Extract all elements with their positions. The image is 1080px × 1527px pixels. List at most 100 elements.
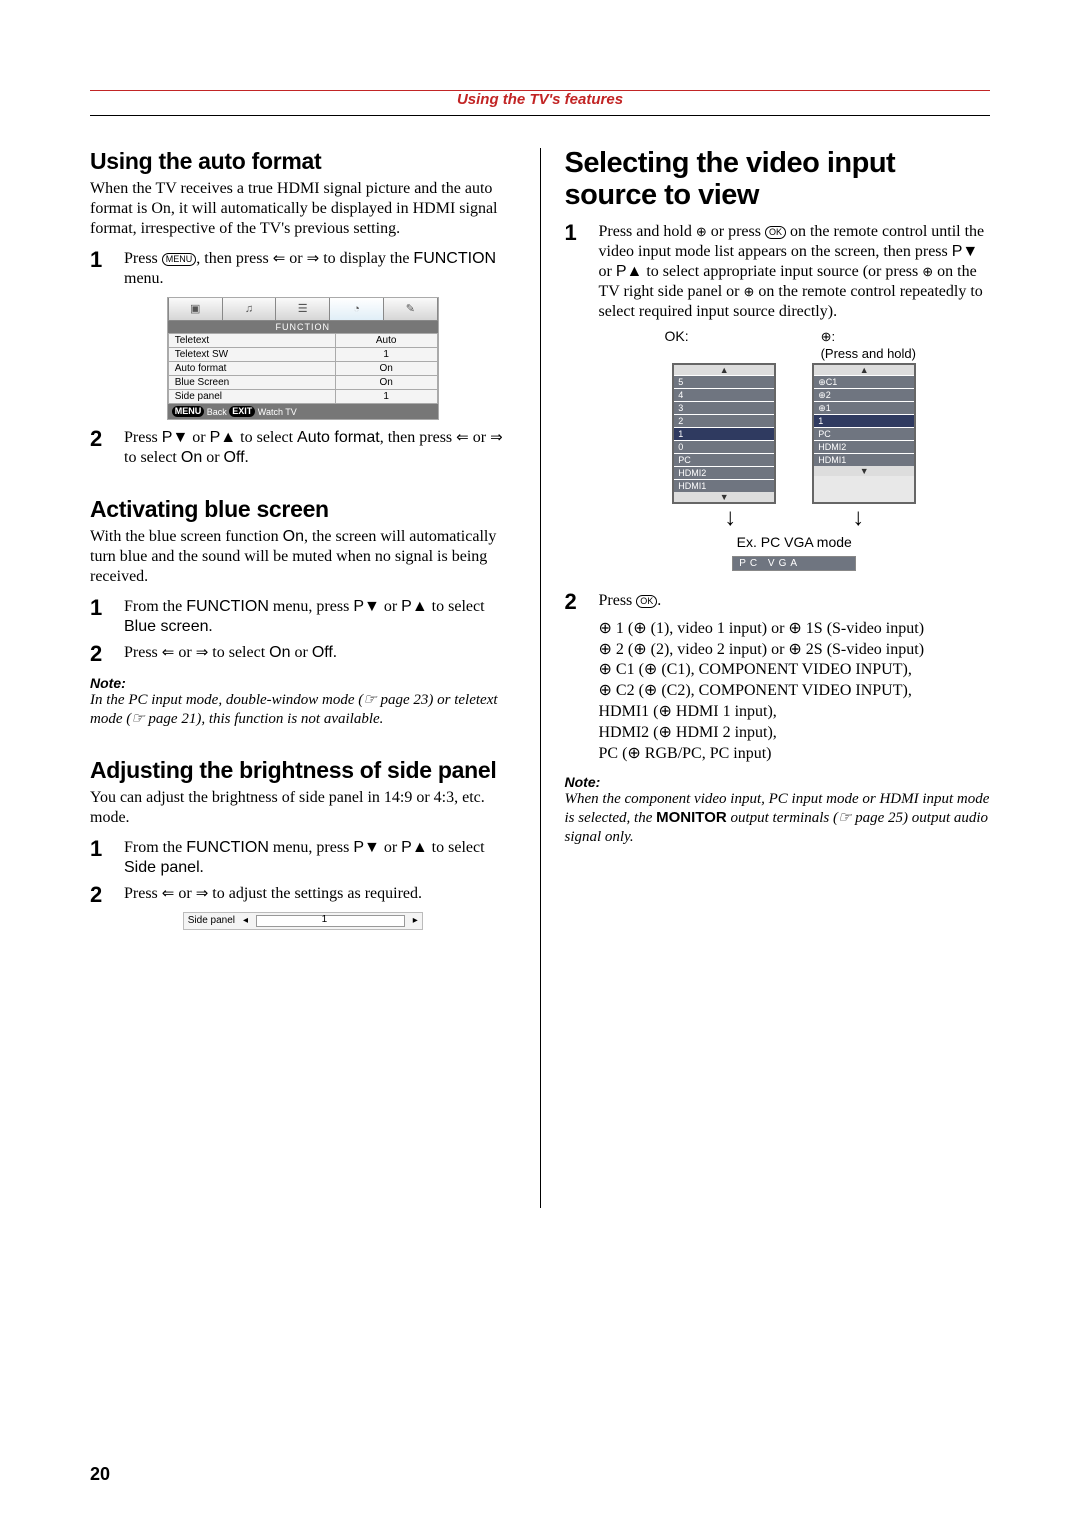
list-item: HDMI2 <box>674 466 774 479</box>
fun-row-label: Teletext SW <box>168 348 335 362</box>
ok-label: OK: <box>664 328 688 361</box>
list-item: PC <box>674 453 774 466</box>
list-item: 1 <box>814 414 914 427</box>
vol-minus-icon: ⇐ <box>162 644 175 661</box>
step-number: 1 <box>90 597 124 637</box>
list-item: PC <box>814 427 914 440</box>
header-title: Using the TV's features <box>90 91 990 108</box>
function-menu-figure: ▣ ♫ ☰ ◔ ✎ FUNCTION TeletextAuto Teletext… <box>167 297 439 420</box>
setup-tab-icon: ✎ <box>384 298 438 320</box>
menu-button-icon: MENU <box>162 253 197 266</box>
vol-minus-icon: ⇐ <box>273 250 286 267</box>
step-number: 2 <box>565 591 599 613</box>
step-number: 2 <box>90 428 124 468</box>
down-arrow-icon: ▼ <box>814 466 914 476</box>
column-divider <box>540 148 541 1208</box>
step-number: 1 <box>90 249 124 289</box>
auto-format-step2: Press P▼ or P▲ to select Auto format, th… <box>124 428 516 468</box>
picture-tab-icon: ▣ <box>168 298 223 320</box>
fun-row-value: On <box>335 376 437 390</box>
fun-row-value: 1 <box>335 348 437 362</box>
side-panel-slider-label: Side panel <box>188 915 235 926</box>
up-arrow-icon: ▲ <box>674 365 774 375</box>
slider-right-arrow-icon: ▸ <box>413 915 418 926</box>
ok-button-icon: OK <box>765 226 786 239</box>
fun-row-value: On <box>335 362 437 376</box>
side-panel-slider-value: 1 <box>322 914 328 925</box>
feature-tab-icon: ☰ <box>276 298 330 320</box>
list-item: HDMI1 <box>814 453 914 466</box>
note-label: Note: <box>90 675 516 691</box>
step-number: 1 <box>90 838 124 878</box>
left-column: Using the auto format When the TV receiv… <box>90 120 516 1208</box>
input-source-heading: Selecting the video input source to view <box>565 148 991 212</box>
step-number: 1 <box>565 222 599 322</box>
auto-format-step1: Press MENU, then press ⇐ or ⇒ to display… <box>124 249 516 289</box>
vol-minus-icon: ⇐ <box>456 429 469 446</box>
function-menu-header: FUNCTION <box>168 321 438 333</box>
down-arrow-icon: ↓ <box>852 508 864 528</box>
input-desc-line: PC (⊕ RGB/PC, PC input) <box>599 744 991 765</box>
down-arrow-icon: ↓ <box>724 508 736 528</box>
function-menu-table: TeletextAuto Teletext SW1 Auto formatOn … <box>168 333 438 404</box>
page-number: 20 <box>90 1464 110 1485</box>
list-item: ⊕1 <box>814 401 914 414</box>
function-tabstrip: ▣ ♫ ☰ ◔ ✎ <box>168 298 438 321</box>
diagram-label-row: OK: ⊕: (Press and hold) <box>599 328 991 361</box>
input-desc-line: HDMI2 (⊕ HDMI 2 input), <box>599 723 991 744</box>
pc-vga-box: PC VGA <box>732 556 856 571</box>
side-panel-intro: You can adjust the brightness of side pa… <box>90 788 516 828</box>
blue-screen-step1: From the FUNCTION menu, press P▼ or P▲ t… <box>124 597 516 637</box>
input-icon: ⊕ <box>744 284 755 299</box>
side-panel-step2: Press ⇐ or ⇒ to adjust the settings as r… <box>124 884 422 906</box>
menu-pill-icon: MENU <box>172 406 205 417</box>
input-list-right: ▲ ⊕C1⊕2⊕11PCHDMI2HDMI1 ▼ <box>812 363 916 504</box>
up-arrow-icon: ▲ <box>814 365 914 375</box>
slider-left-arrow-icon: ◂ <box>243 915 248 926</box>
fun-row-value: Auto <box>335 334 437 348</box>
down-arrow-icon: ▼ <box>674 492 774 502</box>
vol-plus-icon: ⇒ <box>196 885 209 902</box>
input-desc-line: ⊕ C1 (⊕ (C1), COMPONENT VIDEO INPUT), <box>599 660 991 681</box>
list-item: 4 <box>674 388 774 401</box>
header-underline <box>90 115 990 116</box>
function-tab-icon: ◔ <box>330 298 384 320</box>
vol-minus-icon: ⇐ <box>162 885 175 902</box>
header-bar: Using the TV's features <box>90 90 990 116</box>
fun-row-label: Teletext <box>168 334 335 348</box>
fun-row-label: Blue Screen <box>168 376 335 390</box>
input-source-step2: Press OK. <box>599 591 662 613</box>
list-item: 3 <box>674 401 774 414</box>
press-and-hold-label: (Press and hold) <box>821 346 924 361</box>
fun-row-value: 1 <box>335 390 437 404</box>
fun-row-label: Auto format <box>168 362 335 376</box>
list-item: HDMI1 <box>674 479 774 492</box>
input-desc-line: ⊕ 1 (⊕ (1), video 1 input) or ⊕ 1S (S-vi… <box>599 619 991 640</box>
function-menu-footer: MENU Back EXIT Watch TV <box>168 404 438 419</box>
list-item: 5 <box>674 375 774 388</box>
right-column: Selecting the video input source to view… <box>565 120 991 1208</box>
sound-tab-icon: ♫ <box>223 298 277 320</box>
exit-pill-icon: EXIT <box>229 406 255 417</box>
list-item: 1 <box>674 427 774 440</box>
input-source-note: When the component video input, PC input… <box>565 790 991 846</box>
input-icon: ⊕ <box>696 224 707 239</box>
input-desc-line: ⊕ C2 (⊕ (C2), COMPONENT VIDEO INPUT), <box>599 681 991 702</box>
note-label: Note: <box>565 774 991 790</box>
channel-list-left: ▲ 543210PCHDMI2HDMI1 ▼ <box>672 363 776 504</box>
vol-plus-icon: ⇒ <box>196 644 209 661</box>
side-panel-heading: Adjusting the brightness of side panel <box>90 757 516 784</box>
blue-screen-intro: With the blue screen function On, the sc… <box>90 527 516 587</box>
input-icon: ⊕: <box>821 329 836 344</box>
step-number: 2 <box>90 643 124 665</box>
list-item: ⊕C1 <box>814 375 914 388</box>
input-desc-line: HDMI1 (⊕ HDMI 1 input), <box>599 702 991 723</box>
vol-plus-icon: ⇒ <box>490 429 503 446</box>
list-item: HDMI2 <box>814 440 914 453</box>
side-panel-step1: From the FUNCTION menu, press P▼ or P▲ t… <box>124 838 516 878</box>
list-item: 0 <box>674 440 774 453</box>
vol-plus-icon: ⇒ <box>307 250 320 267</box>
fun-row-label: Side panel <box>168 390 335 404</box>
blue-screen-heading: Activating blue screen <box>90 496 516 523</box>
auto-format-heading: Using the auto format <box>90 148 516 175</box>
